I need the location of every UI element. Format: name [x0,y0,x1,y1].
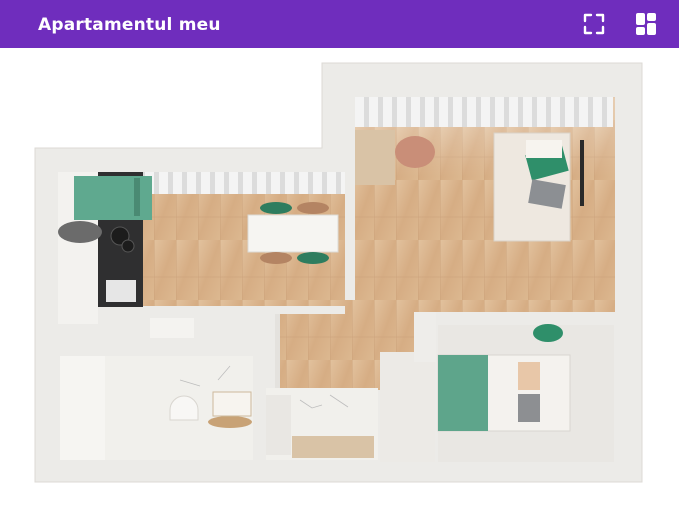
grid-view-icon [636,13,656,35]
fullscreen-icon [583,13,605,35]
fullscreen-button[interactable] [580,10,608,38]
app-header: Apartamentul meu [0,0,679,48]
floor-plan-image [34,62,643,483]
grid-view-button[interactable] [632,10,660,38]
page-title: Apartamentul meu [38,15,221,35]
